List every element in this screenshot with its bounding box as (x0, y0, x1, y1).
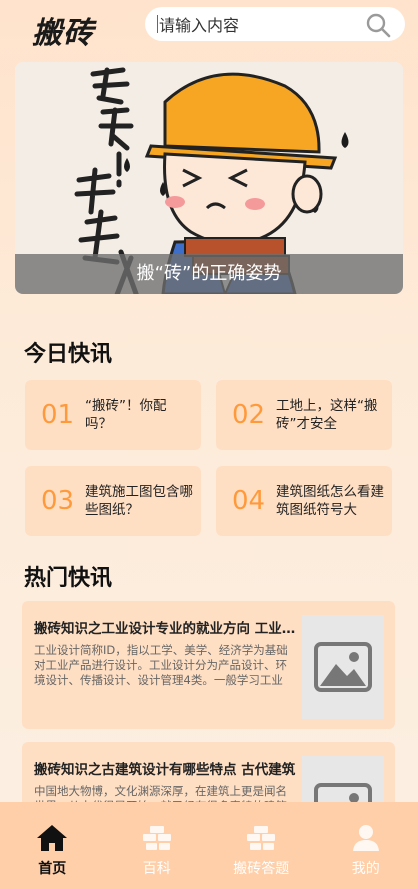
encyclopedia-icon (142, 826, 171, 850)
search-input[interactable]: 请输入内容 (159, 12, 239, 36)
user-icon (352, 825, 379, 851)
banner-caption: 搬“砖”的正确姿势 (15, 254, 403, 294)
tab-home[interactable]: 首页 (0, 802, 105, 889)
quick-news-number: 01 (41, 400, 75, 430)
quick-news-number: 03 (41, 486, 75, 516)
quick-news-item[interactable]: 04 建筑图纸怎么看建筑图纸符号大 (216, 466, 392, 536)
home-icon (37, 825, 68, 851)
tab-label: 百科 (142, 861, 171, 877)
tab-label: 我的 (351, 861, 380, 877)
quick-news-text: “搬砖”！你配吗？ (85, 398, 167, 432)
section-title-today: 今日快讯 (24, 342, 113, 367)
hot-news-desc: 工业设计简称ID，指以工学、美学、经济学为基础对工业产品进行设计。工业设计分为产… (34, 643, 288, 687)
tab-encyclopedia[interactable]: 百科 (105, 802, 210, 889)
tab-quiz[interactable]: 搬砖答题 (209, 802, 314, 889)
search-bar[interactable]: 请输入内容 (145, 7, 405, 41)
hot-news-title: 搬砖知识之工业设计专业的就业方向 工业设计 (34, 621, 296, 637)
section-title-hot: 热门快讯 (24, 566, 113, 591)
bricks-icon (247, 826, 276, 850)
quick-news-text: 工地上，这样“搬砖”才安全 (276, 398, 378, 432)
quick-news-text: 建筑图纸怎么看建筑图纸符号大 (276, 484, 384, 518)
hot-news-card[interactable]: 搬砖知识之工业设计专业的就业方向 工业设计 工业设计简称ID，指以工学、美学、经… (22, 601, 395, 729)
app-logo: 搬砖 (32, 16, 94, 51)
bottom-tab-bar: 首页 百科 搬砖答题 我的 (0, 802, 418, 889)
quick-news-number: 02 (232, 400, 266, 430)
quick-news-item[interactable]: 02 工地上，这样“搬砖”才安全 (216, 380, 392, 450)
tab-profile[interactable]: 我的 (314, 802, 418, 889)
image-placeholder-icon (302, 615, 384, 719)
quick-news-text: 建筑施工图包含哪些图纸？ (85, 484, 193, 518)
banner-carousel[interactable]: 搬“砖”的正确姿势 (15, 62, 403, 294)
search-icon[interactable] (365, 12, 391, 42)
quick-news-item[interactable]: 03 建筑施工图包含哪些图纸？ (25, 466, 201, 536)
tab-label: 首页 (38, 861, 67, 877)
tab-label: 搬砖答题 (233, 861, 290, 877)
quick-news-number: 04 (232, 486, 266, 516)
app-header: 搬砖 请输入内容 (0, 0, 418, 56)
hot-news-title: 搬砖知识之古建筑设计有哪些特点 古代建筑 (34, 762, 296, 778)
quick-news-item[interactable]: 01 “搬砖”！你配吗？ (25, 380, 201, 450)
text-caret (157, 15, 158, 33)
